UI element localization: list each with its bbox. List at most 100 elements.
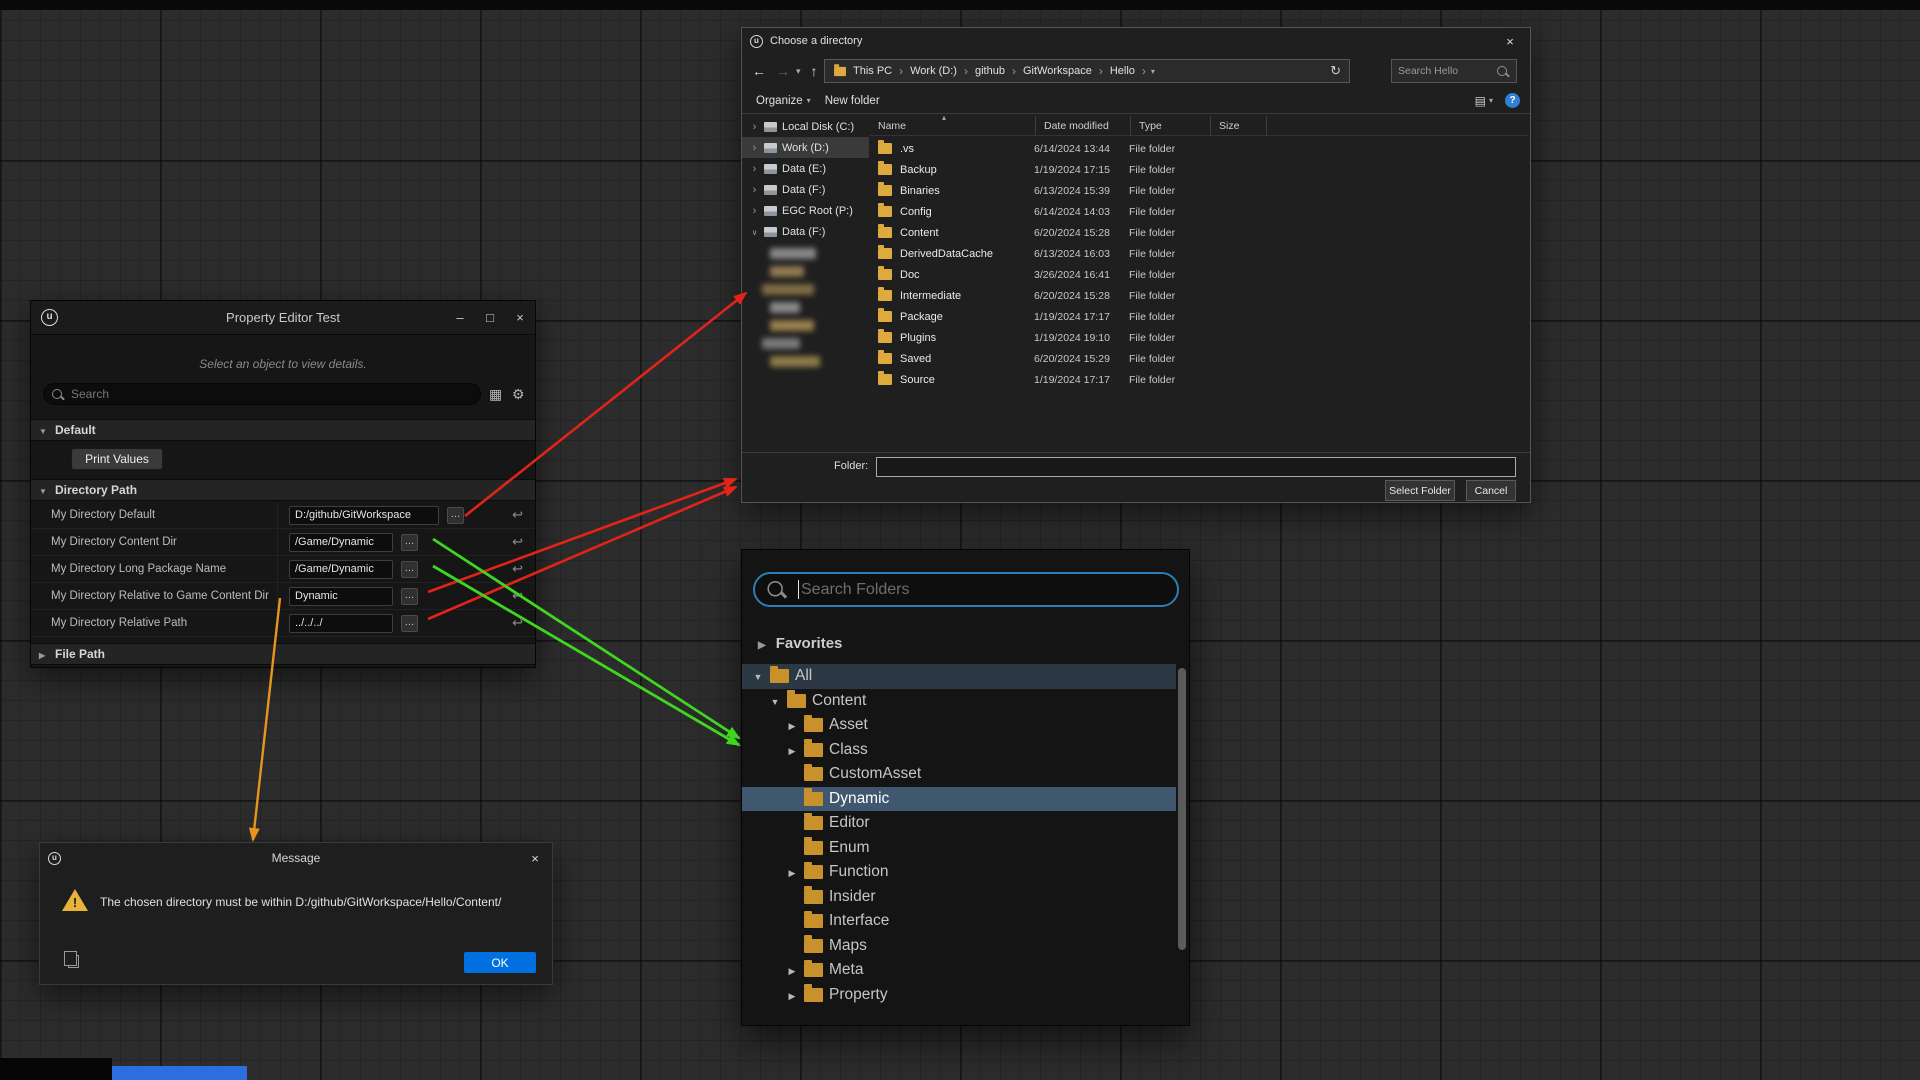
column-header-size[interactable]: Size [1211,116,1267,135]
column-header-name[interactable]: ▴ Name [870,116,1036,135]
select-folder-button[interactable]: Select Folder [1385,480,1455,501]
folder-name-input[interactable] [876,457,1516,477]
property-value-field[interactable]: D:/github/GitWorkspace [289,506,439,525]
tree-row[interactable]: Property [742,983,1176,1008]
sidebar-drive-item[interactable]: Local Disk (C:) [742,116,869,137]
file-row[interactable]: Backup 1/19/2024 17:15 File folder [870,159,1528,180]
section-header-file-path[interactable]: File Path [31,643,535,665]
scrollbar-thumb[interactable] [1178,668,1186,950]
tree-row[interactable]: Class [742,738,1176,763]
more-options-button[interactable]: … [401,561,418,578]
close-button[interactable]: × [505,310,535,325]
up-button[interactable]: ↑ [811,63,818,79]
chevron-icon[interactable] [786,961,798,979]
chevron-icon[interactable] [786,863,798,881]
chevron-icon[interactable] [750,163,759,175]
chevron-icon[interactable] [750,205,759,217]
tree-row[interactable]: Editor [742,811,1176,836]
new-folder-button[interactable]: New folder [825,95,880,107]
dialog-search-input[interactable] [1398,65,1493,77]
breadcrumb-item[interactable]: github › [971,64,1019,78]
more-options-button[interactable]: … [401,534,418,551]
property-value-field[interactable]: Dynamic [289,587,393,606]
chevron-icon[interactable] [750,142,759,154]
tree-row[interactable]: Enum [742,836,1176,861]
tree-row[interactable]: All [742,664,1176,689]
chevron-icon[interactable] [786,741,798,759]
tree-row[interactable]: Function [742,860,1176,885]
file-row[interactable]: DerivedDataCache 6/13/2024 16:03 File fo… [870,243,1528,264]
chevron-icon[interactable] [750,226,759,238]
reset-to-default-icon[interactable] [512,561,523,577]
column-header-type[interactable]: Type [1131,116,1211,135]
sidebar-drive-item[interactable]: Data (E:) [742,158,869,179]
more-options-button[interactable]: … [401,588,418,605]
column-header-date-modified[interactable]: Date modified [1036,116,1131,135]
file-row[interactable]: Doc 3/26/2024 16:41 File folder [870,264,1528,285]
breadcrumb-item[interactable]: GitWorkspace › [1019,64,1106,78]
tree-row[interactable]: Insider [742,885,1176,910]
property-value-field[interactable]: /Game/Dynamic [289,533,393,552]
tree-row[interactable]: Dynamic [742,787,1176,812]
file-row[interactable]: Saved 6/20/2024 15:29 File folder [870,348,1528,369]
sidebar-drive-item[interactable]: Data (F:) [742,221,869,242]
tree-row[interactable]: Asset [742,713,1176,738]
settings-gear-icon[interactable]: ⚙ [512,385,525,403]
file-row[interactable]: Content 6/20/2024 15:28 File folder [870,222,1528,243]
file-row[interactable]: Source 1/19/2024 17:17 File folder [870,369,1528,390]
tree-row[interactable]: CustomAsset [742,762,1176,787]
property-value-field[interactable]: ../../../ [289,614,393,633]
minimize-button[interactable]: – [445,310,475,325]
picker-search-input[interactable] [801,581,1165,599]
chevron-icon[interactable] [750,184,759,196]
property-value-field[interactable]: /Game/Dynamic [289,560,393,579]
file-row[interactable]: Binaries 6/13/2024 15:39 File folder [870,180,1528,201]
reset-to-default-icon[interactable] [512,507,523,523]
copy-to-clipboard-icon[interactable] [68,955,79,968]
ok-button[interactable]: OK [464,952,536,973]
reset-to-default-icon[interactable] [512,588,523,604]
close-button[interactable]: × [1490,34,1530,49]
chevron-icon[interactable] [750,121,759,133]
more-options-button[interactable]: … [401,615,418,632]
refresh-button[interactable]: ↻ [1330,63,1341,79]
file-row[interactable]: Intermediate 6/20/2024 15:28 File folder [870,285,1528,306]
reset-to-default-icon[interactable] [512,534,523,550]
organize-button[interactable]: Organize ▾ [756,95,811,107]
more-options-button[interactable]: … [447,507,464,524]
breadcrumb-item[interactable]: This PC › [849,64,906,78]
reset-to-default-icon[interactable] [512,615,523,631]
chevron-icon[interactable] [786,716,798,734]
tree-row[interactable]: Meta [742,958,1176,983]
sidebar-drive-item[interactable]: Data (F:) [742,179,869,200]
breadcrumb-item[interactable]: Hello › [1106,64,1149,78]
help-button[interactable]: ? [1505,93,1520,108]
maximize-button[interactable]: □ [475,310,505,325]
address-dropdown-icon[interactable]: ▾ [1151,67,1155,76]
close-button[interactable]: × [518,851,552,866]
recent-locations-chevron-icon[interactable]: ▾ [796,66,801,77]
tree-row[interactable]: Interface [742,909,1176,934]
cancel-button[interactable]: Cancel [1466,480,1516,501]
tree-row[interactable]: Content [742,689,1176,714]
tree-row[interactable]: Maps [742,934,1176,959]
print-values-button[interactable]: Print Values [71,448,163,470]
file-row[interactable]: .vs 6/14/2024 13:44 File folder [870,138,1528,159]
section-header-directory-path[interactable]: Directory Path [31,479,535,501]
details-search-input[interactable] [71,387,472,401]
breadcrumb-item[interactable]: Work (D:) › [906,64,971,78]
chevron-icon[interactable] [769,692,781,710]
view-options-button[interactable]: ▤ ▾ [1475,94,1493,108]
back-button[interactable]: ← [752,63,766,79]
forward-button[interactable]: → [776,63,790,79]
chevron-icon[interactable] [786,986,798,1004]
file-row[interactable]: Config 6/14/2024 14:03 File folder [870,201,1528,222]
breadcrumb[interactable]: This PC › Work (D:) › github › GitWorksp… [824,59,1350,83]
sidebar-drive-item[interactable]: Work (D:) [742,137,869,158]
file-row[interactable]: Plugins 1/19/2024 19:10 File folder [870,327,1528,348]
section-header-default[interactable]: Default [31,419,535,441]
sidebar-drive-item[interactable]: EGC Root (P:) [742,200,869,221]
scrollbar[interactable] [1178,668,1186,973]
file-row[interactable]: Package 1/19/2024 17:17 File folder [870,306,1528,327]
chevron-icon[interactable] [752,667,764,685]
